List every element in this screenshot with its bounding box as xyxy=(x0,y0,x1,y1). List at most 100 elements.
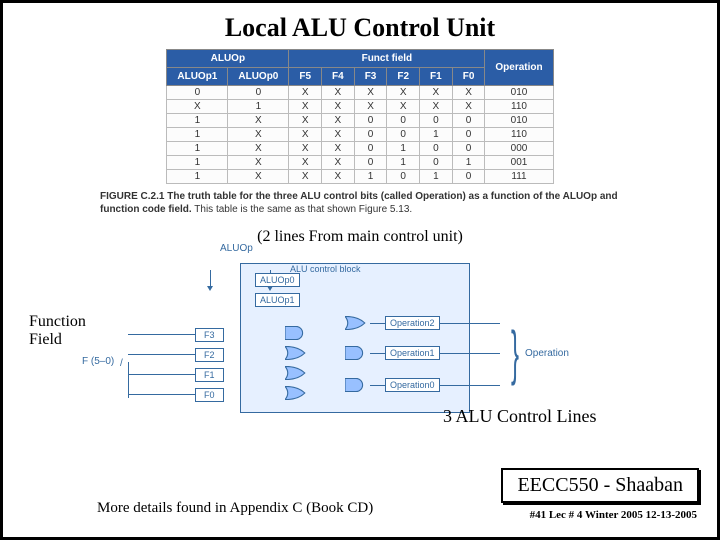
brace-icon: } xyxy=(511,318,519,387)
chip-op2: Operation2 xyxy=(385,316,440,330)
table-cell: 001 xyxy=(485,156,553,170)
table-cell: X xyxy=(289,170,322,184)
table-cell: X xyxy=(322,128,355,142)
table-cell: X xyxy=(167,100,228,114)
table-cell: 0 xyxy=(354,128,387,142)
table-cell: 111 xyxy=(485,170,553,184)
table-cell: X xyxy=(228,142,289,156)
table-cell: 1 xyxy=(387,142,420,156)
table-cell: 1 xyxy=(167,128,228,142)
table-cell: 0 xyxy=(167,86,228,100)
table-cell: 1 xyxy=(420,128,453,142)
table-cell: X xyxy=(452,86,485,100)
caption-rest: This table is the same as that shown Fig… xyxy=(192,204,413,215)
table-cell: 0 xyxy=(354,114,387,128)
table-row: 1XXX0010110 xyxy=(167,128,553,142)
table-cell: 010 xyxy=(485,114,553,128)
or-gate-icon xyxy=(345,316,367,330)
th-f5: F5 xyxy=(289,68,322,86)
table-row: 1XXX0100000 xyxy=(167,142,553,156)
footer-more-details: More details found in Appendix C (Book C… xyxy=(97,500,373,517)
table-cell: X xyxy=(289,86,322,100)
table-cell: 1 xyxy=(167,156,228,170)
th-aluop1: ALUOp1 xyxy=(167,68,228,86)
wire xyxy=(128,394,195,395)
wire xyxy=(128,374,195,375)
table-row: 1XXX1010111 xyxy=(167,170,553,184)
table-cell: X xyxy=(289,128,322,142)
page-title: Local ALU Control Unit xyxy=(3,3,717,49)
table-cell: X xyxy=(289,114,322,128)
table-cell: 0 xyxy=(452,142,485,156)
chip-op0: Operation0 xyxy=(385,378,440,392)
table-cell: X xyxy=(420,100,453,114)
footer-slide-info: #41 Lec # 4 Winter 2005 12-13-2005 xyxy=(530,509,697,521)
table-cell: 010 xyxy=(485,86,553,100)
or-gate-icon xyxy=(285,386,307,400)
and-gate-icon xyxy=(285,326,307,340)
table-cell: X xyxy=(322,114,355,128)
table-cell: 0 xyxy=(387,114,420,128)
table-cell: X xyxy=(228,128,289,142)
table-cell: X xyxy=(228,170,289,184)
table-cell: 0 xyxy=(228,86,289,100)
table-cell: 0 xyxy=(354,156,387,170)
table-cell: 1 xyxy=(228,100,289,114)
truth-table: ALUOp Funct field Operation ALUOp1 ALUOp… xyxy=(166,49,553,184)
table-cell: 1 xyxy=(167,142,228,156)
f-input-label: F (5–0) xyxy=(82,356,114,367)
table-cell: 0 xyxy=(354,142,387,156)
chip-f2: F2 xyxy=(195,348,224,362)
and-gate-icon xyxy=(345,346,367,360)
chip-f0: F0 xyxy=(195,388,224,402)
circuit-diagram: ALUOp ALU control block ALUOp0 ALUOp1 F … xyxy=(80,248,640,418)
table-cell: X xyxy=(322,142,355,156)
table-cell: 0 xyxy=(387,170,420,184)
operation-label: Operation xyxy=(525,348,569,359)
table-cell: 1 xyxy=(167,114,228,128)
table-cell: X xyxy=(289,142,322,156)
aluop-label: ALUOp xyxy=(220,243,253,254)
table-row: 1XXX0000010 xyxy=(167,114,553,128)
table-cell: X xyxy=(228,156,289,170)
th-f2: F2 xyxy=(387,68,420,86)
table-cell: X xyxy=(322,100,355,114)
bus-slash: / xyxy=(120,358,123,369)
annotation-from-main: (2 lines From main control unit) xyxy=(3,228,717,246)
th-f1: F1 xyxy=(420,68,453,86)
table-cell: X xyxy=(354,86,387,100)
table-cell: X xyxy=(420,86,453,100)
table-cell: 110 xyxy=(485,128,553,142)
table-cell: X xyxy=(322,86,355,100)
th-aluop: ALUOp xyxy=(167,50,289,68)
th-operation: Operation xyxy=(485,50,553,86)
block-label: ALU control block xyxy=(290,264,361,274)
figure-caption: FIGURE C.2.1 The truth table for the thr… xyxy=(100,190,620,216)
table-cell: X xyxy=(452,100,485,114)
table-cell: X xyxy=(354,100,387,114)
table-cell: X xyxy=(387,86,420,100)
table-cell: 1 xyxy=(452,156,485,170)
wire xyxy=(128,362,129,398)
annotation-3-alu-lines: 3 ALU Control Lines xyxy=(443,406,597,427)
table-row: 1XXX0101001 xyxy=(167,156,553,170)
table-cell: 0 xyxy=(420,156,453,170)
table-cell: 0 xyxy=(420,142,453,156)
or-gate-icon xyxy=(285,346,307,360)
or-gate-icon xyxy=(285,366,307,380)
table-row: 00XXXXXX010 xyxy=(167,86,553,100)
th-f0: F0 xyxy=(452,68,485,86)
annotation-function-field: FunctionField xyxy=(29,313,86,349)
th-funct: Funct field xyxy=(289,50,485,68)
table-cell: 110 xyxy=(485,100,553,114)
table-row: X1XXXXXX110 xyxy=(167,100,553,114)
footer-course-box: EECC550 - Shaaban xyxy=(501,468,699,503)
wire xyxy=(128,334,195,335)
table-cell: 1 xyxy=(167,170,228,184)
table-cell: X xyxy=(228,114,289,128)
table-cell: X xyxy=(289,100,322,114)
chip-f1: F1 xyxy=(195,368,224,382)
table-cell: 0 xyxy=(452,128,485,142)
th-f4: F4 xyxy=(322,68,355,86)
th-f3: F3 xyxy=(354,68,387,86)
